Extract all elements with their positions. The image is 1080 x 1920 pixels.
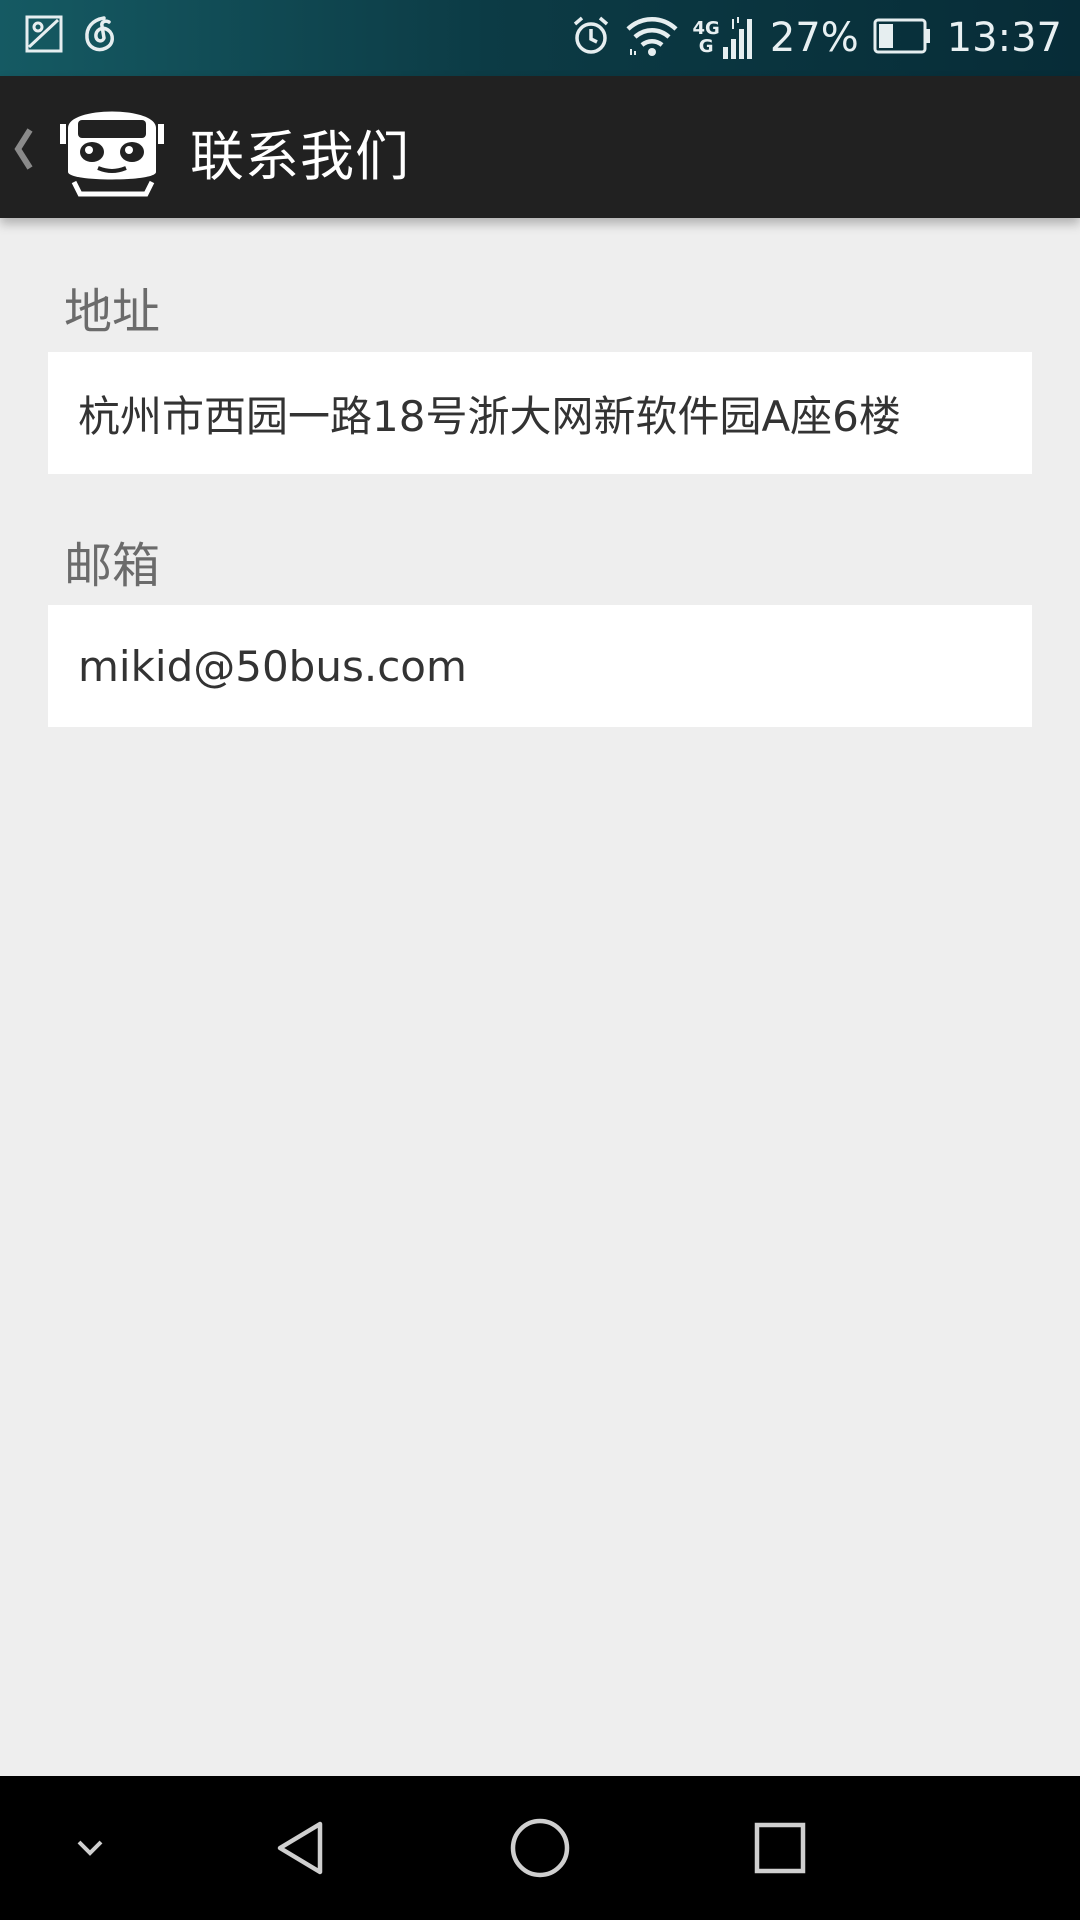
back-triangle-icon[interactable] [230, 1776, 370, 1920]
back-chevron-icon[interactable] [10, 124, 36, 174]
recents-square-icon[interactable] [710, 1776, 850, 1920]
netease-music-icon [82, 14, 118, 58]
page-title: 联系我们 [190, 125, 410, 188]
status-bar: 4G G 27% 13:37 [0, 0, 1080, 76]
navigation-bar [0, 1776, 1080, 1920]
address-label: 地址 [64, 284, 161, 340]
battery-icon [873, 16, 933, 60]
signal-icon: 4G G [693, 15, 756, 61]
action-bar: 联系我们 [0, 76, 1080, 218]
hide-nav-chevron-icon[interactable] [20, 1776, 160, 1920]
gallery-icon [24, 14, 64, 58]
email-label: 邮箱 [64, 538, 161, 594]
email-field: mikid@50bus.com [48, 605, 1032, 727]
home-circle-icon[interactable] [470, 1776, 610, 1920]
clock: 13:37 [946, 15, 1062, 61]
status-system: 4G G 27% 13:37 [571, 10, 1062, 66]
email-value: mikid@50bus.com [78, 641, 467, 691]
address-value: 杭州市西园一路18号浙大网新软件园A座6楼 [78, 391, 901, 441]
battery-percent: 27% [769, 15, 859, 61]
wifi-icon [625, 15, 679, 61]
network-sub-label: G [698, 36, 714, 57]
address-field: 杭州市西园一路18号浙大网新软件园A座6楼 [48, 352, 1032, 474]
bus-logo-icon[interactable] [58, 98, 166, 198]
status-notifications [24, 14, 118, 58]
alarm-icon [571, 15, 611, 61]
